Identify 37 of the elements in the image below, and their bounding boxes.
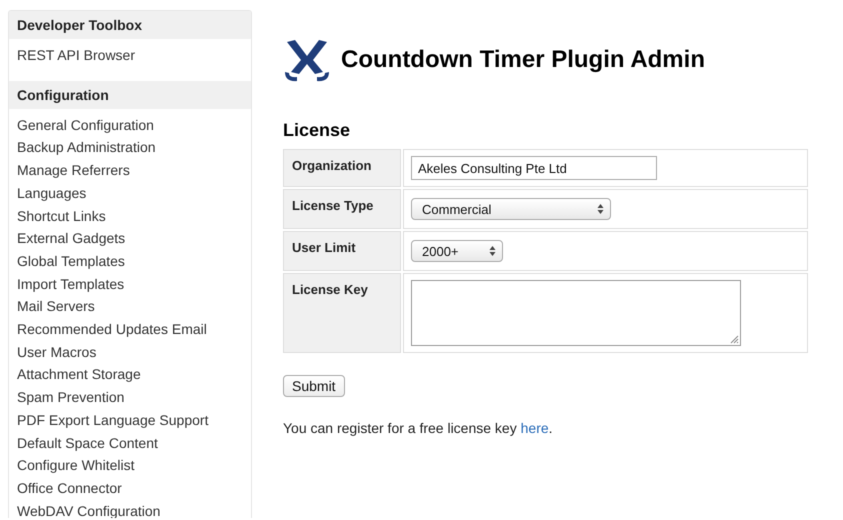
sidebar-link[interactable]: Attachment Storage xyxy=(9,363,149,386)
field-label: Organization xyxy=(292,158,372,173)
dropdown[interactable]: Commercial xyxy=(411,198,611,220)
sidebar-link[interactable]: Backup Administration xyxy=(9,136,164,160)
sidebar-heading: Configuration xyxy=(9,80,251,109)
sidebar-heading: Developer Toolbox xyxy=(9,11,251,39)
register-note: You can register for a free license key here. xyxy=(283,420,554,436)
dropdown[interactable]: 2000+ xyxy=(411,240,503,262)
sidebar-link[interactable]: Configure Whitelist xyxy=(9,454,142,477)
field-label: License Key xyxy=(292,282,368,297)
sidebar-link[interactable]: REST API Browser xyxy=(9,44,144,67)
text-area[interactable] xyxy=(411,280,741,346)
sidebar-link[interactable]: Office Connector xyxy=(9,476,130,500)
up-down-arrows-icon xyxy=(489,245,496,257)
text-field[interactable]: Akeles Consulting Pte Ltd xyxy=(411,156,657,180)
sidebar-link[interactable]: Import Templates xyxy=(9,272,132,296)
sidebar-link[interactable]: Spam Prevention xyxy=(9,386,132,409)
sidebar-link[interactable]: User Macros xyxy=(9,340,104,364)
sidebar-link[interactable]: Global Templates xyxy=(9,250,133,273)
sidebar-link[interactable]: Languages xyxy=(9,182,94,205)
section-heading: License xyxy=(283,120,352,141)
field-label: License Type xyxy=(292,198,374,213)
page-title: Countdown Timer Plugin Admin xyxy=(341,46,705,74)
sidebar-link[interactable]: Default Space Content xyxy=(9,432,166,454)
sidebar-link[interactable]: Manage Referrers xyxy=(9,159,138,182)
register-link[interactable]: here xyxy=(520,420,549,436)
sidebar-link[interactable]: PDF Export Language Support xyxy=(9,408,216,432)
field-label: User Limit xyxy=(292,240,356,255)
sidebar-link[interactable]: External Gadgets xyxy=(9,227,134,250)
sidebar-link[interactable]: Mail Servers xyxy=(9,295,103,318)
resize-handle-icon[interactable] xyxy=(729,334,739,344)
up-down-arrows-icon xyxy=(597,203,604,215)
sidebar-link[interactable]: Shortcut Links xyxy=(9,204,114,228)
sidebar-link[interactable]: Recommended Updates Email xyxy=(9,318,215,341)
logo-icon xyxy=(283,38,331,82)
submit-button[interactable]: Submit xyxy=(283,375,345,397)
sidebar-link[interactable]: General Configuration xyxy=(9,114,162,136)
